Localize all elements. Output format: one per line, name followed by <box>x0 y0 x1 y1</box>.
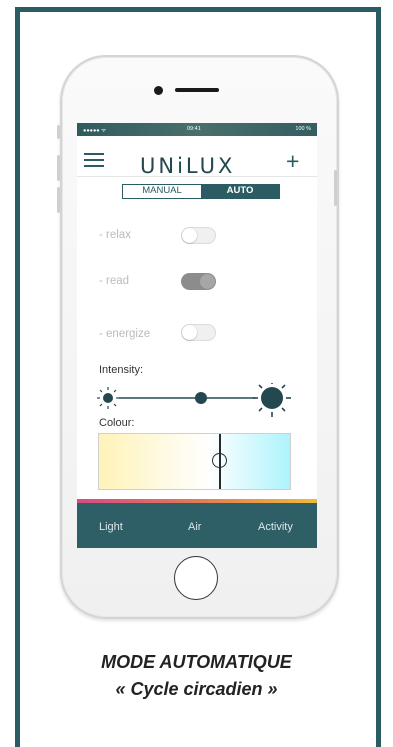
tab-light[interactable]: Light <box>99 521 123 533</box>
battery-indicator: 100 % <box>295 126 311 132</box>
manual-tab[interactable]: MANUAL <box>123 185 201 198</box>
status-bar: ●●●●● ᯤ 09:41 100 % <box>77 123 317 136</box>
app-screen: ●●●●● ᯤ 09:41 100 % UNiLUX + MANUAL AUTO… <box>77 123 317 548</box>
toggle-knob <box>182 228 197 243</box>
nav-bar: UNiLUX + <box>77 136 317 178</box>
front-camera <box>154 86 163 95</box>
sun-large-icon <box>253 383 291 417</box>
tab-activity[interactable]: Activity <box>258 521 293 533</box>
add-button[interactable]: + <box>286 148 299 175</box>
home-button[interactable] <box>174 556 218 600</box>
colour-label: Colour: <box>99 417 135 429</box>
intensity-slider[interactable] <box>77 383 317 417</box>
energize-label: - energize <box>99 328 151 340</box>
power-button <box>334 170 337 206</box>
energize-toggle[interactable] <box>181 324 216 341</box>
status-time: 09:41 <box>187 126 201 132</box>
intensity-label: Intensity: <box>99 364 144 376</box>
mute-switch <box>57 125 60 139</box>
read-toggle[interactable] <box>181 273 216 290</box>
caption-title: MODE AUTOMATIQUE <box>101 652 292 672</box>
caption-subtitle: « Cycle circadien » <box>115 679 278 699</box>
earpiece-speaker <box>175 88 219 92</box>
toggle-knob <box>182 325 197 340</box>
volume-down-button <box>57 187 60 213</box>
volume-up-button <box>57 155 60 181</box>
mode-segmented-control: MANUAL AUTO <box>122 184 280 199</box>
sun-small-icon <box>97 387 119 409</box>
app-logo: UNiLUX <box>140 154 236 178</box>
colour-picker-handle[interactable] <box>212 453 227 468</box>
tab-air[interactable]: Air <box>188 521 201 533</box>
colour-picker[interactable] <box>98 433 291 490</box>
auto-tab[interactable]: AUTO <box>201 185 279 198</box>
relax-toggle[interactable] <box>181 227 216 244</box>
toggle-knob <box>200 274 215 289</box>
hamburger-menu-icon[interactable] <box>84 153 104 167</box>
bottom-tab-bar: Light Air Activity <box>77 503 317 548</box>
read-label: - read <box>99 275 130 287</box>
slider-knob[interactable] <box>195 392 207 404</box>
signal-indicator: ●●●●● ᯤ <box>83 128 107 134</box>
relax-label: - relax <box>99 229 131 241</box>
